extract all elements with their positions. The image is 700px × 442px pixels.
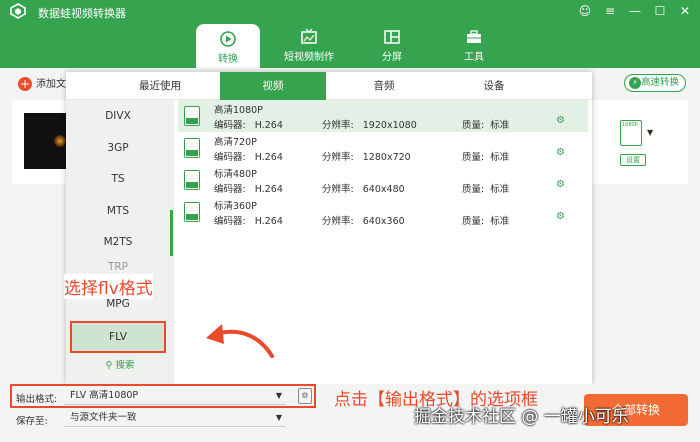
menu-icon[interactable]: ≡: [601, 2, 619, 20]
preset-row-720p[interactable]: 高清720P 编码器: H.264 分辨率: 1280x720 质量: 标准 ⚙: [178, 132, 588, 164]
output-settings-icon[interactable]: ⚙: [298, 388, 312, 404]
annotation-select-flv: 选择flv格式: [64, 274, 153, 299]
preset-resolution: 分辨率: 640x480: [322, 184, 405, 195]
plus-icon: +: [18, 77, 32, 91]
annotation-arrow-icon: [206, 324, 274, 358]
watermark: 掘金技术社区 @ 一罐小可乐: [414, 407, 629, 427]
tab-tools[interactable]: 工具: [442, 22, 506, 68]
search-icon: ⚲: [105, 360, 116, 371]
preset-quality: 质量: 标准: [462, 120, 510, 131]
output-format-icon-label: 1080P: [622, 122, 638, 128]
format-item-ts[interactable]: TS: [66, 165, 170, 193]
title-bar: 数据蛙视频转换器 ☺ ≡ — ☐ ✕: [0, 0, 700, 22]
format-item-m2ts[interactable]: M2TS: [66, 228, 170, 256]
thumbnail-glow: [54, 135, 66, 147]
minimize-icon[interactable]: —: [626, 2, 644, 20]
tab-split-screen[interactable]: 分屏: [360, 22, 424, 68]
tab-video[interactable]: 视频: [220, 72, 326, 100]
preset-row-480p[interactable]: 标清480P 编码器: H.264 分辨率: 640x480 质量: 标准 ⚙: [178, 164, 588, 196]
save-to-value: 与源文件夹一致: [70, 412, 137, 423]
gear-icon[interactable]: ⚙: [556, 115, 567, 126]
preset-resolution: 分辨率: 1280x720: [322, 152, 411, 163]
preset-name: 标清360P: [214, 201, 257, 212]
output-format-label: 输出格式:: [16, 394, 58, 405]
preset-encoder: 编码器: H.264: [214, 152, 283, 163]
output-format-icon[interactable]: 1080P: [620, 120, 642, 146]
tab-recent[interactable]: 最近使用: [96, 72, 224, 100]
format-category-tabs: 最近使用 视频 音频 设备: [66, 72, 592, 100]
tab-audio[interactable]: 音频: [328, 72, 440, 100]
format-item-mts[interactable]: MTS: [66, 197, 170, 225]
tab-convert-label: 转换: [218, 54, 238, 65]
tab-tools-label: 工具: [464, 52, 484, 63]
fast-convert-label: 高速转换: [640, 77, 679, 88]
preset-video-icon: [184, 202, 200, 222]
tab-split-screen-label: 分屏: [382, 52, 402, 63]
gear-icon[interactable]: ⚙: [556, 147, 567, 158]
toolbox-icon: [467, 30, 481, 43]
preset-encoder: 编码器: H.264: [214, 120, 283, 131]
output-format-caret-icon[interactable]: ▼: [647, 128, 653, 137]
bolt-icon: ⚡: [629, 77, 641, 89]
split-screen-icon: [384, 30, 400, 44]
tv-icon: [301, 28, 317, 44]
preset-video-icon: [184, 138, 200, 158]
preset-encoder: 编码器: H.264: [214, 216, 283, 227]
preset-resolution: 分辨率: 1920x1080: [322, 120, 417, 131]
format-list: DIVX 3GP TS MTS M2TS TRP MPG FLV ⚲ 搜索: [66, 100, 174, 384]
output-format-select[interactable]: FLV 高清1080P ▼: [64, 387, 286, 405]
gear-icon[interactable]: ⚙: [556, 179, 567, 190]
search-label: 搜索: [115, 360, 135, 371]
output-format-value: FLV 高清1080P: [70, 390, 139, 401]
chevron-down-icon: ▼: [275, 391, 282, 400]
tab-short-video-label: 短视频制作: [284, 52, 334, 63]
tab-short-video[interactable]: 短视频制作: [277, 22, 341, 68]
preset-encoder: 编码器: H.264: [214, 184, 283, 195]
file-settings-button[interactable]: 设置: [620, 154, 646, 166]
preset-quality: 质量: 标准: [462, 152, 510, 163]
user-icon[interactable]: ☺: [576, 2, 594, 20]
maximize-icon[interactable]: ☐: [651, 2, 669, 20]
preset-name: 高清1080P: [214, 105, 263, 116]
video-thumbnail[interactable]: [24, 113, 68, 169]
tab-device[interactable]: 设备: [442, 72, 546, 100]
preset-resolution: 分辨率: 640x360: [322, 216, 405, 227]
format-item-flv[interactable]: FLV: [70, 321, 166, 353]
top-tab-bar: 转换 短视频制作 分屏 工具: [0, 22, 700, 68]
format-search-button[interactable]: ⚲ 搜索: [66, 356, 174, 376]
chevron-down-icon: ▼: [275, 413, 282, 422]
preset-quality: 质量: 标准: [462, 184, 510, 195]
preset-video-icon: [184, 170, 200, 190]
format-dropdown-panel: 最近使用 视频 音频 设备 DIVX 3GP TS MTS M2TS TRP M…: [66, 72, 592, 384]
preset-row-360p[interactable]: 标清360P 编码器: H.264 分辨率: 640x360 质量: 标准 ⚙: [178, 196, 588, 228]
gear-icon[interactable]: ⚙: [556, 211, 567, 222]
format-list-scrollbar[interactable]: [170, 210, 173, 256]
preset-quality: 质量: 标准: [462, 216, 510, 227]
preset-row-1080p[interactable]: 高清1080P 编码器: H.264 分辨率: 1920x1080 质量: 标准…: [178, 100, 588, 132]
app-title: 数据蛙视频转换器: [38, 7, 126, 20]
fast-convert-button[interactable]: ⚡ 高速转换: [624, 74, 686, 92]
app-logo-icon: [10, 3, 26, 19]
preset-name: 高清720P: [214, 137, 257, 148]
preset-video-icon: [184, 106, 200, 126]
save-to-select[interactable]: 与源文件夹一致 ▼: [64, 409, 286, 427]
convert-icon: [220, 31, 236, 47]
format-item-trp[interactable]: TRP: [66, 260, 170, 274]
tab-convert[interactable]: 转换: [196, 24, 260, 68]
preset-name: 标清480P: [214, 169, 257, 180]
close-icon[interactable]: ✕: [676, 2, 694, 20]
save-to-label: 保存至:: [16, 416, 48, 427]
format-item-3gp[interactable]: 3GP: [66, 134, 170, 162]
format-item-divx[interactable]: DIVX: [66, 102, 170, 130]
